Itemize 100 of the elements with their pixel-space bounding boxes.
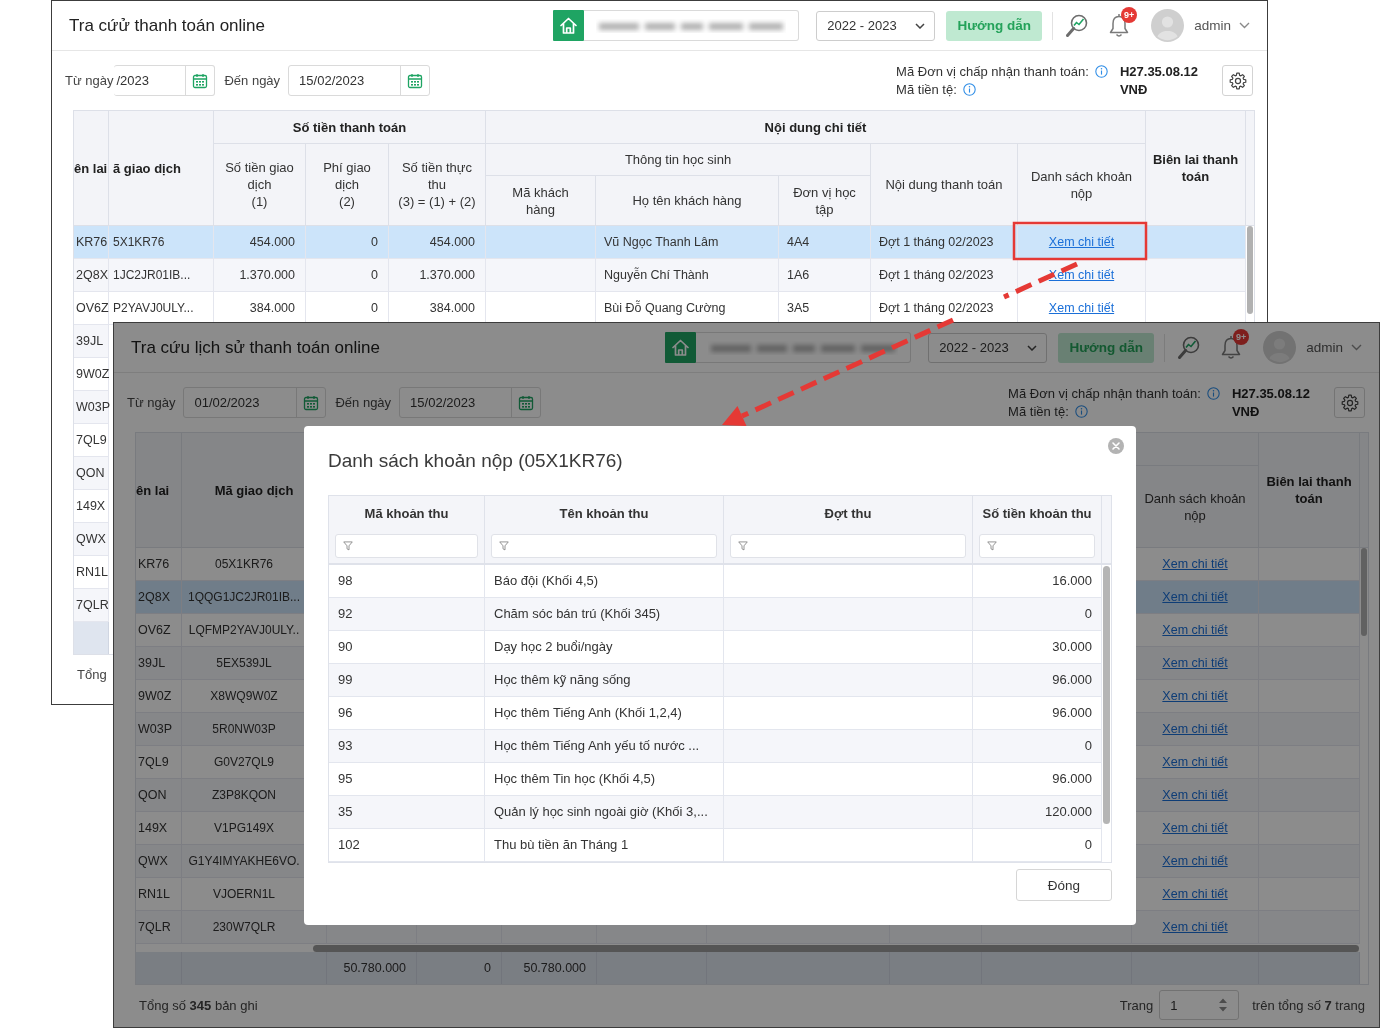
home-icon[interactable] <box>553 10 585 41</box>
table-cell: 1JC2JR01IB... <box>109 259 214 291</box>
column-header: Đợt thu <box>824 505 872 523</box>
filter-icon <box>738 541 748 551</box>
table-row[interactable]: QON <box>74 457 109 490</box>
table-cell: Học thêm Tin học (Khối 4,5) <box>485 763 724 795</box>
field-label: Đến ngày <box>335 395 392 410</box>
avatar-icon[interactable] <box>1263 331 1297 364</box>
table-cell: 96.000 <box>973 664 1102 696</box>
info-icon[interactable] <box>1094 65 1108 78</box>
school-field[interactable] <box>696 332 912 363</box>
scrollbar-thumb[interactable] <box>1361 548 1367 636</box>
record-summary: Tổng <box>77 667 107 682</box>
table-row[interactable]: 7QL9 <box>74 424 109 457</box>
detail-link[interactable]: Xem chi tiết <box>1162 854 1228 868</box>
detail-link[interactable]: Xem chi tiết <box>1162 722 1228 736</box>
record-summary: Tổng số 345 bản ghi <box>139 997 258 1013</box>
caret-icon[interactable] <box>1351 344 1362 351</box>
detail-link[interactable]: Xem chi tiết <box>1048 235 1115 249</box>
table-cell: 4A4 <box>779 226 871 258</box>
detail-link[interactable]: Xem chi tiết <box>1162 656 1228 670</box>
table-row[interactable]: KR76 5X1KR76 454.000 0 454.000 Vũ Ngọc Thanh Lâm 4A4 Đợt 1 tháng 02/2023 Xem chi tiết <box>74 226 1246 259</box>
table-cell: 99 <box>329 664 485 696</box>
avatar-icon[interactable] <box>1151 9 1185 42</box>
table-cell: 96.000 <box>973 697 1102 729</box>
filter-field[interactable] <box>979 534 1095 558</box>
column-header: Tên khoản thu <box>559 505 649 523</box>
caret-icon <box>915 22 926 29</box>
calendar-icon[interactable] <box>192 72 209 89</box>
year-select[interactable]: 2022 - 2023 <box>816 10 936 41</box>
detail-link[interactable]: Xem chi tiết <box>1048 301 1115 315</box>
table-cell: 0 <box>973 730 1102 762</box>
calendar-icon[interactable] <box>518 394 535 411</box>
filter-icon <box>343 541 353 551</box>
table-row[interactable]: QWX <box>74 523 109 556</box>
table-cell: 30.000 <box>973 631 1102 663</box>
info-icon[interactable] <box>1074 405 1088 418</box>
scrollbar-thumb[interactable] <box>1103 566 1110 824</box>
table-cell: Đợt 1 tháng 02/2023 <box>871 259 1018 291</box>
detail-link[interactable]: Xem chi tiết <box>1162 557 1228 571</box>
date-field[interactable]: 15/02/2023 <box>288 65 431 96</box>
chart-magnifier-icon[interactable] <box>1177 334 1202 361</box>
scrollbar-thumb[interactable] <box>1247 226 1253 314</box>
date-field[interactable]: 15/02/2023 <box>399 387 542 418</box>
field-value: VNĐ <box>1119 81 1149 98</box>
table-cell: W03P <box>136 713 182 745</box>
table-cell: 7QLR <box>136 911 182 943</box>
user-name[interactable]: admin <box>1194 18 1231 33</box>
detail-link[interactable]: Xem chi tiết <box>1162 755 1228 769</box>
table-row[interactable]: RN1L <box>74 556 109 589</box>
table-cell: 7QL9 <box>136 746 182 778</box>
table-cell: 95 <box>329 763 485 795</box>
table-cell: 5X1KR76 <box>109 226 214 258</box>
calendar-icon[interactable] <box>407 72 424 89</box>
table-cell: 93 <box>329 730 485 762</box>
chart-magnifier-icon[interactable] <box>1065 12 1090 39</box>
settings-button[interactable] <box>1222 65 1253 96</box>
detail-link[interactable]: Xem chi tiết <box>1162 887 1228 901</box>
detail-link[interactable]: Xem chi tiết <box>1162 623 1228 637</box>
caret-icon[interactable] <box>1239 22 1250 29</box>
date-field[interactable]: 01/02/2023 <box>183 387 327 418</box>
year-select[interactable]: 2022 - 2023 <box>928 332 1048 363</box>
field-label: Đến ngày <box>224 73 281 88</box>
school-field[interactable] <box>584 10 800 41</box>
table-cell: 0 <box>973 829 1102 861</box>
close-icon[interactable] <box>1108 438 1124 454</box>
detail-link[interactable]: Xem chi tiết <box>1162 788 1228 802</box>
filter-field[interactable] <box>730 534 966 558</box>
table-cell: 98 <box>329 565 485 597</box>
close-button[interactable]: Đóng <box>1016 869 1112 901</box>
scrollbar-thumb[interactable] <box>313 944 1359 952</box>
page-field[interactable]: 1 <box>1159 990 1240 1020</box>
filter-field[interactable] <box>491 534 717 558</box>
table-cell: QON <box>136 779 182 811</box>
table-row[interactable]: 7QLR <box>74 589 109 622</box>
field-label: Mã tiền tệ: <box>1008 403 1069 420</box>
table-row[interactable]: 9W0Z <box>74 358 109 391</box>
calendar-icon[interactable] <box>303 394 320 411</box>
detail-link[interactable]: Xem chi tiết <box>1162 689 1228 703</box>
home-icon[interactable] <box>665 332 697 363</box>
table-row[interactable]: 149X <box>74 490 109 523</box>
column-group-header: Số tiền thanh toán <box>214 111 486 144</box>
date-field[interactable]: /2023 <box>114 65 216 96</box>
table-cell: 1.370.000 <box>214 259 306 291</box>
stepper-icon[interactable] <box>1218 997 1229 1013</box>
detail-link[interactable]: Xem chi tiết <box>1162 590 1228 604</box>
settings-button[interactable] <box>1334 387 1365 418</box>
table-cell: 9W0Z <box>136 680 182 712</box>
table-row[interactable]: W03P <box>74 391 109 424</box>
table-cell: 1A6 <box>779 259 871 291</box>
filter-field[interactable] <box>335 534 478 558</box>
info-icon[interactable] <box>1206 387 1220 400</box>
detail-link[interactable]: Xem chi tiết <box>1162 821 1228 835</box>
user-name[interactable]: admin <box>1306 340 1343 355</box>
table-cell: Dạy học 2 buổi/ngày <box>485 631 724 663</box>
detail-link[interactable]: Xem chi tiết <box>1162 920 1228 934</box>
info-icon[interactable] <box>962 83 976 96</box>
table-cell: QWX <box>136 845 182 877</box>
table-cell: Đợt 1 tháng 02/2023 <box>871 226 1018 258</box>
table-row[interactable]: 39JL <box>74 325 109 358</box>
